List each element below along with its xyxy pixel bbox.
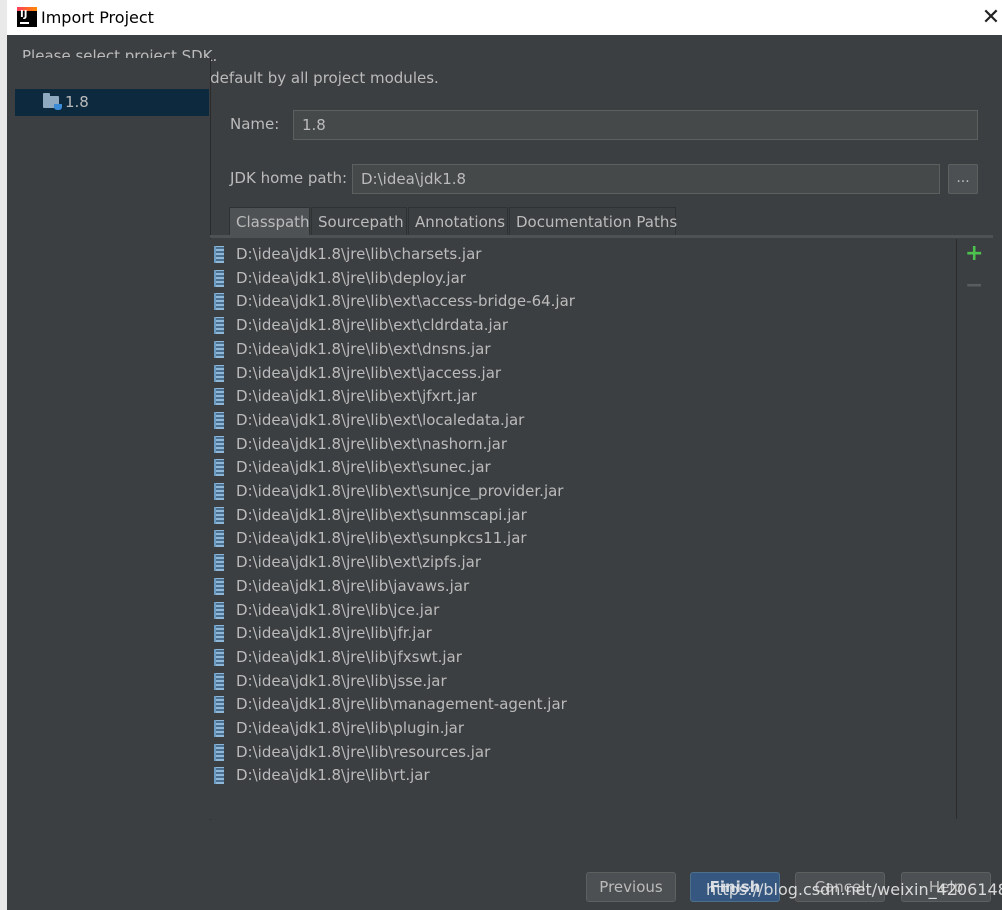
sdk-item-label: 1.8 (65, 93, 89, 111)
jar-icon (214, 483, 224, 500)
classpath-row[interactable]: D:\idea\jdk1.8\jre\lib\management-agent.… (210, 694, 950, 718)
classpath-row[interactable]: D:\idea\jdk1.8\jre\lib\ext\zipfs.jar (210, 552, 950, 576)
classpath-row[interactable]: D:\idea\jdk1.8\jre\lib\plugin.jar (210, 718, 950, 742)
classpath-row[interactable]: D:\idea\jdk1.8\jre\lib\rt.jar (210, 765, 950, 789)
classpath-list[interactable]: D:\idea\jdk1.8\jre\lib\charsets.jar D:\id… (210, 239, 957, 819)
jdk-folder-icon (43, 93, 62, 110)
classpath-entry-label: D:\idea\jdk1.8\jre\lib\javaws.jar (236, 576, 470, 595)
classpath-entry-label: D:\idea\jdk1.8\jre\lib\jfxswt.jar (236, 647, 462, 666)
classpath-entry-label: D:\idea\jdk1.8\jre\lib\rt.jar (236, 766, 430, 785)
classpath-entry-label: D:\idea\jdk1.8\jre\lib\deploy.jar (236, 268, 466, 287)
classpath-entry-label: D:\idea\jdk1.8\jre\lib\charsets.jar (236, 245, 482, 263)
classpath-row[interactable]: D:\idea\jdk1.8\jre\lib\charsets.jar (210, 244, 950, 268)
classpath-entry-label: D:\idea\jdk1.8\jre\lib\jce.jar (236, 600, 440, 619)
jdk-home-path-field[interactable]: D:\idea\jdk1.8 (352, 164, 940, 194)
window-title: Import Project (41, 8, 154, 27)
previous-button[interactable]: Previous (586, 872, 676, 902)
classpath-row[interactable]: D:\idea\jdk1.8\jre\lib\ext\access-bridge… (210, 291, 950, 315)
jar-icon (214, 340, 224, 358)
classpath-entry-label: D:\idea\jdk1.8\jre\lib\jsse.jar (236, 671, 447, 690)
jar-icon (214, 648, 224, 666)
add-classpath-icon[interactable]: + (965, 243, 983, 265)
classpath-row[interactable]: D:\idea\jdk1.8\jre\lib\ext\nashorn.jar (210, 434, 950, 458)
jar-icon (214, 743, 224, 761)
classpath-entry-label: D:\idea\jdk1.8\jre\lib\ext\jfxrt.jar (236, 387, 477, 406)
classpath-entry-label: D:\idea\jdk1.8\jre\lib\plugin.jar (236, 719, 464, 737)
classpath-entry-label: D:\idea\jdk1.8\jre\lib\ext\sunpkcs11.jar (236, 529, 527, 548)
classpath-entry-label: D:\idea\jdk1.8\jre\lib\ext\cldrdata.jar (236, 316, 508, 335)
classpath-row[interactable]: D:\idea\jdk1.8\jre\lib\resources.jar (210, 742, 950, 766)
classpath-row[interactable]: D:\idea\jdk1.8\jre\lib\jce.jar (210, 600, 950, 624)
jar-icon (214, 672, 224, 690)
tab-underline (210, 235, 993, 238)
close-icon[interactable]: ✕ (977, 4, 1002, 32)
jar-icon (214, 411, 224, 429)
intellij-app-icon: IJ (17, 7, 37, 27)
classpath-row[interactable]: D:\idea\jdk1.8\jre\lib\deploy.jar (210, 268, 950, 292)
jar-icon (214, 767, 224, 785)
browse-button[interactable]: ... (948, 164, 978, 194)
watermark-text: https://blog.csdn.net/weixin_42061487 (706, 880, 1002, 899)
jar-icon (214, 720, 224, 737)
name-label: Name: (230, 115, 280, 133)
classpath-entry-label: D:\idea\jdk1.8\jre\lib\ext\sunmscapi.jar (236, 505, 527, 524)
jar-icon (214, 364, 224, 382)
classpath-row[interactable]: D:\idea\jdk1.8\jre\lib\ext\sunjce_provid… (210, 481, 950, 505)
jar-icon (214, 577, 224, 595)
jar-icon (214, 530, 224, 548)
classpath-row[interactable]: D:\idea\jdk1.8\jre\lib\ext\localedata.ja… (210, 410, 950, 434)
jar-icon (214, 506, 224, 524)
jar-icon (214, 388, 224, 406)
jar-icon (214, 246, 224, 263)
title-bar: IJ Import Project ✕ (7, 0, 1002, 35)
classpath-entry-label: D:\idea\jdk1.8\jre\lib\management-agent.… (236, 695, 567, 714)
jar-icon (214, 601, 224, 619)
tab-documentation-paths[interactable]: Documentation Paths (509, 207, 677, 235)
jar-icon (214, 625, 224, 643)
classpath-row[interactable]: D:\idea\jdk1.8\jre\lib\jsse.jar (210, 671, 950, 695)
classpath-row[interactable]: D:\idea\jdk1.8\jre\lib\jfxswt.jar (210, 647, 950, 671)
tab-annotations[interactable]: Annotations (408, 207, 508, 235)
classpath-row[interactable]: D:\idea\jdk1.8\jre\lib\ext\cldrdata.jar (210, 315, 950, 339)
classpath-toolbar: + − (957, 239, 993, 819)
classpath-row[interactable]: D:\idea\jdk1.8\jre\lib\ext\sunmscapi.jar (210, 505, 950, 529)
jdk-home-label: JDK home path: (230, 169, 348, 187)
tab-sourcepath[interactable]: Sourcepath (311, 207, 407, 235)
classpath-entry-label: D:\idea\jdk1.8\jre\lib\ext\localedata.ja… (236, 410, 525, 429)
jar-icon (214, 554, 224, 572)
classpath-row[interactable]: D:\idea\jdk1.8\jre\lib\ext\dnsns.jar (210, 339, 950, 363)
classpath-entry-label: D:\idea\jdk1.8\jre\lib\ext\dnsns.jar (236, 339, 491, 358)
classpath-entry-label: D:\idea\jdk1.8\jre\lib\ext\sunec.jar (236, 458, 491, 477)
name-field[interactable]: 1.8 (293, 110, 978, 140)
classpath-entry-label: D:\idea\jdk1.8\jre\lib\resources.jar (236, 742, 491, 761)
jar-icon (214, 317, 224, 335)
jar-icon (214, 435, 224, 453)
jar-icon (214, 269, 224, 287)
classpath-row[interactable]: D:\idea\jdk1.8\jre\lib\javaws.jar (210, 576, 950, 600)
classpath-entry-label: D:\idea\jdk1.8\jre\lib\ext\nashorn.jar (236, 434, 507, 453)
classpath-entry-label: D:\idea\jdk1.8\jre\lib\ext\jaccess.jar (236, 363, 502, 382)
sdk-list-item[interactable]: 1.8 (15, 89, 209, 116)
classpath-row[interactable]: D:\idea\jdk1.8\jre\lib\ext\jfxrt.jar (210, 386, 950, 410)
classpath-entry-label: D:\idea\jdk1.8\jre\lib\ext\sunjce_provid… (236, 482, 564, 500)
classpath-row[interactable]: D:\idea\jdk1.8\jre\lib\ext\sunec.jar (210, 457, 950, 481)
classpath-row[interactable]: D:\idea\jdk1.8\jre\lib\jfr.jar (210, 623, 950, 647)
classpath-row[interactable]: D:\idea\jdk1.8\jre\lib\ext\jaccess.jar (210, 363, 950, 387)
classpath-entry-label: D:\idea\jdk1.8\jre\lib\ext\access-bridge… (236, 292, 575, 311)
sdk-list-panel (14, 58, 211, 820)
remove-classpath-icon[interactable]: − (965, 275, 983, 297)
classpath-entry-label: D:\idea\jdk1.8\jre\lib\jfr.jar (236, 624, 432, 643)
classpath-row[interactable]: D:\idea\jdk1.8\jre\lib\ext\sunpkcs11.jar (210, 528, 950, 552)
jar-icon (214, 293, 224, 311)
classpath-entry-label: D:\idea\jdk1.8\jre\lib\ext\zipfs.jar (236, 553, 482, 572)
tab-classpath[interactable]: Classpath (229, 207, 310, 235)
jar-icon (214, 459, 224, 477)
jar-icon (214, 696, 224, 714)
